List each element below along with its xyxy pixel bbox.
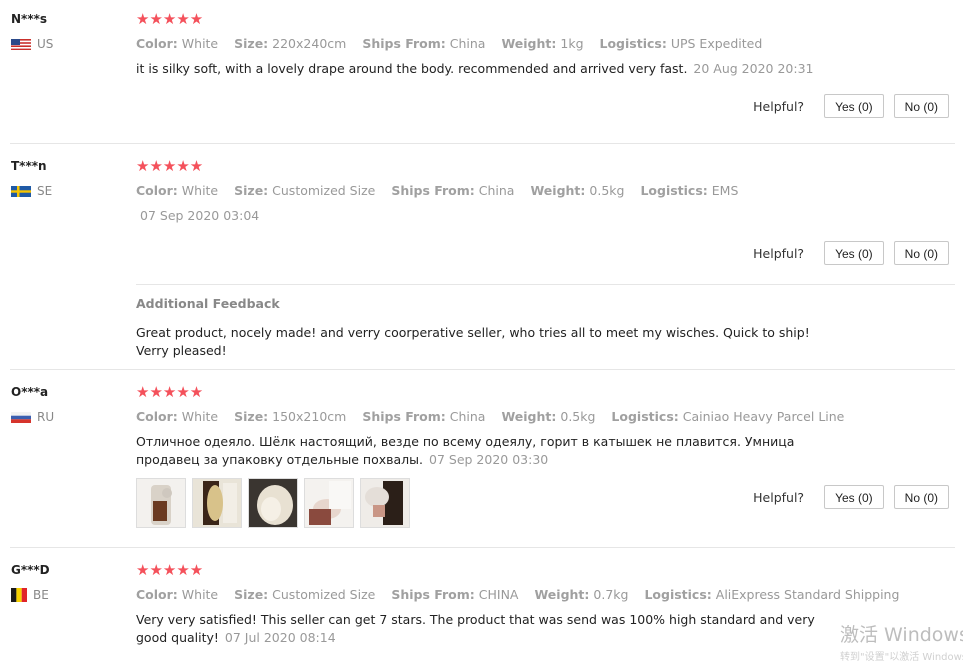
review-photo-thumbnail[interactable] <box>360 478 410 528</box>
divider <box>10 143 955 144</box>
reviewer-country: SE <box>11 184 52 198</box>
divider <box>10 547 955 548</box>
star-rating: ★★★★★ <box>136 383 204 401</box>
helpful-controls: Helpful? Yes (0) No (0) <box>753 241 949 265</box>
review-text: it is silky soft, with a lovely drape ar… <box>136 61 814 76</box>
additional-divider <box>136 284 955 285</box>
helpful-no-button[interactable]: No (0) <box>893 94 949 118</box>
review-date: 07 Jul 2020 08:14 <box>224 630 336 645</box>
reviewer-country: BE <box>11 588 49 602</box>
review-date: 07 Sep 2020 03:30 <box>429 452 549 467</box>
se-flag-icon <box>11 185 31 197</box>
star-rating: ★★★★★ <box>136 561 204 579</box>
helpful-controls: Helpful? Yes (0) No (0) <box>753 485 949 509</box>
review-text: 07 Sep 2020 03:04 <box>136 207 856 225</box>
helpful-yes-button[interactable]: Yes (0) <box>824 485 884 509</box>
us-flag-icon <box>11 38 31 50</box>
review-photos <box>136 478 416 528</box>
additional-feedback-title: Additional Feedback <box>136 296 280 311</box>
be-flag-icon <box>11 588 27 602</box>
reviewer-country: RU <box>11 410 54 424</box>
review-photo-thumbnail[interactable] <box>304 478 354 528</box>
review-date: 07 Sep 2020 03:04 <box>140 208 260 223</box>
helpful-controls: Helpful? Yes (0) No (0) <box>753 94 949 118</box>
review-text: Отличное одеяло. Шёлк настоящий, везде п… <box>136 434 795 467</box>
helpful-no-button[interactable]: No (0) <box>893 241 949 265</box>
reviewer-name: N***s <box>11 12 48 26</box>
review-specs: Color: White Size: 150x210cm Ships From:… <box>136 409 845 424</box>
review-photo-thumbnail[interactable] <box>248 478 298 528</box>
reviewer-country: US <box>11 37 53 51</box>
divider <box>10 369 955 370</box>
star-rating: ★★★★★ <box>136 10 204 28</box>
review-date: 20 Aug 2020 20:31 <box>693 61 814 76</box>
review-specs: Color: White Size: Customized Size Ships… <box>136 183 739 198</box>
helpful-label: Helpful? <box>753 245 805 261</box>
reviewer-name: T***n <box>11 159 47 173</box>
review-specs: Color: White Size: 220x240cm Ships From:… <box>136 36 763 51</box>
helpful-yes-button[interactable]: Yes (0) <box>824 94 884 118</box>
additional-feedback-text: Great product, nocely made! and verry co… <box>136 325 810 358</box>
review-text: Very very satisfied! This seller can get… <box>136 612 815 645</box>
helpful-label: Helpful? <box>753 98 805 114</box>
reviewer-name: G***D <box>11 563 50 577</box>
helpful-label: Helpful? <box>753 489 805 505</box>
review-photo-thumbnail[interactable] <box>192 478 242 528</box>
review-specs: Color: White Size: Customized Size Ships… <box>136 587 900 602</box>
review-photo-thumbnail[interactable] <box>136 478 186 528</box>
activation-watermark: 激活 Windows <box>840 624 963 646</box>
reviewer-name: O***a <box>11 385 49 399</box>
helpful-no-button[interactable]: No (0) <box>893 485 949 509</box>
helpful-yes-button[interactable]: Yes (0) <box>824 241 884 265</box>
star-rating: ★★★★★ <box>136 157 204 175</box>
ru-flag-icon <box>11 411 31 423</box>
